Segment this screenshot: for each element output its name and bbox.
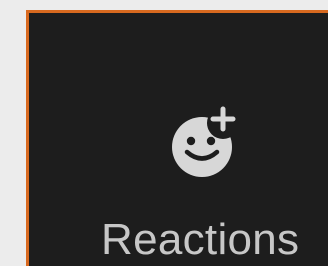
reactions-button[interactable]: Reactions [26,10,328,266]
smiley-plus-icon [162,105,242,185]
reactions-label: Reactions [101,215,300,264]
meeting-toolbar-region: Reactions [0,0,328,266]
